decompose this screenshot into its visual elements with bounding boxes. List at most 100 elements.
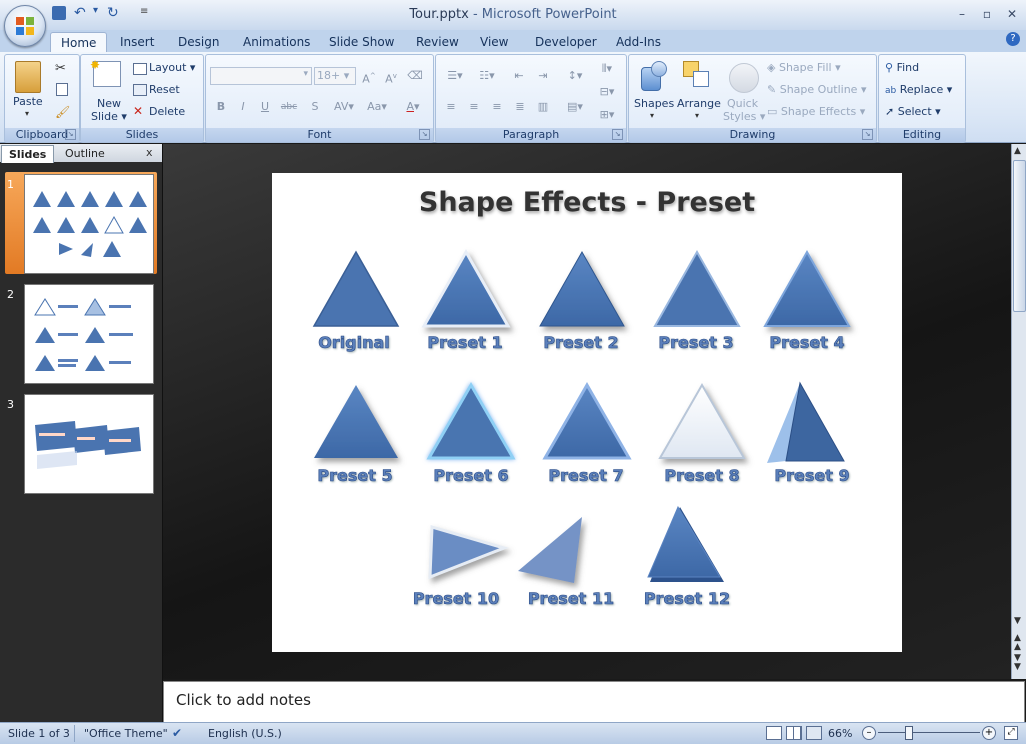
minimize-button[interactable]: – xyxy=(950,5,974,23)
drawing-launcher-icon[interactable]: ↘ xyxy=(862,129,873,140)
select-button[interactable]: ➚ Select ▾ xyxy=(885,105,941,118)
help-icon[interactable]: ? xyxy=(1006,32,1020,46)
text-direction-icon[interactable]: ⫴▾ xyxy=(592,59,622,79)
new-slide-icon[interactable]: ✸ xyxy=(90,58,121,87)
notes-placeholder[interactable]: Click to add notes xyxy=(176,691,311,709)
arrange-button[interactable]: Arrange xyxy=(677,97,721,110)
preset-label[interactable]: Preset 3 xyxy=(641,333,751,353)
shape-fill-button[interactable]: ◈ Shape Fill ▾ xyxy=(767,61,841,74)
columns-icon[interactable]: ▥ xyxy=(532,97,554,117)
scroll-up-icon[interactable]: ▲ xyxy=(1014,146,1021,156)
line-spacing-icon[interactable]: ↕▾ xyxy=(560,66,590,86)
align-left-icon[interactable]: ≡ xyxy=(440,97,462,117)
next-slide-icon[interactable]: ▼ ▼ xyxy=(1014,654,1021,672)
shape-effects-button[interactable]: ▭ Shape Effects ▾ xyxy=(767,105,865,118)
align-right-icon[interactable]: ≡ xyxy=(486,97,508,117)
tab-slide-show[interactable]: Slide Show xyxy=(319,32,404,52)
customize-toolbar-icon[interactable]: ≡ xyxy=(140,6,148,17)
bullets-icon[interactable]: ☰▾ xyxy=(440,66,470,86)
shapes-button[interactable]: Shapes xyxy=(634,97,674,110)
preset-label[interactable]: Preset 7 xyxy=(531,466,641,486)
preset-label[interactable]: Original xyxy=(299,333,409,353)
quick-styles-label-2[interactable]: Styles ▾ xyxy=(723,110,765,123)
paste-button-label[interactable]: Paste xyxy=(13,95,43,108)
reset-icon[interactable] xyxy=(133,84,147,96)
paragraph-launcher-icon[interactable]: ↘ xyxy=(612,129,623,140)
preset-label[interactable]: Preset 8 xyxy=(647,466,757,486)
tab-view[interactable]: View xyxy=(470,32,518,52)
text-shadow-button[interactable]: S xyxy=(304,97,326,117)
justify-icon[interactable]: ≣ xyxy=(509,97,531,117)
increase-indent-icon[interactable]: ⇥ xyxy=(532,66,554,86)
preset-label[interactable]: Preset 5 xyxy=(300,466,410,486)
arrange-dropdown-icon[interactable]: ▾ xyxy=(695,111,699,120)
preset-label[interactable]: Preset 4 xyxy=(752,333,862,353)
font-launcher-icon[interactable]: ↘ xyxy=(419,129,430,140)
new-slide-label-1[interactable]: New xyxy=(97,97,121,110)
shapes-dropdown-icon[interactable]: ▾ xyxy=(650,111,654,120)
office-button[interactable] xyxy=(4,5,46,47)
replace-button[interactable]: ab Replace ▾ xyxy=(885,83,952,96)
bold-button[interactable]: B xyxy=(210,97,232,117)
close-pane-icon[interactable]: x xyxy=(146,146,153,159)
preset-label[interactable]: Preset 1 xyxy=(410,333,520,353)
shapes-icon[interactable] xyxy=(641,61,667,91)
grow-font-icon[interactable]: A^ xyxy=(358,66,380,86)
preset-label[interactable]: Preset 9 xyxy=(757,466,867,486)
font-size-combobox[interactable]: 18+ ▾ xyxy=(314,67,356,85)
undo-icon[interactable]: ↶ xyxy=(74,5,86,21)
arrange-icon[interactable] xyxy=(683,61,713,91)
fit-to-window-icon[interactable]: ⤢ xyxy=(1004,726,1018,740)
slide-thumbnail-2[interactable] xyxy=(24,284,154,384)
clipboard-launcher-icon[interactable]: ↘ xyxy=(65,129,76,140)
tab-design[interactable]: Design xyxy=(168,32,229,52)
zoom-slider-track[interactable] xyxy=(878,732,980,733)
paste-icon[interactable] xyxy=(15,61,41,93)
delete-button[interactable]: Delete xyxy=(149,105,185,118)
slide-thumbnail-1[interactable] xyxy=(24,174,154,274)
tab-insert[interactable]: Insert xyxy=(110,32,164,52)
slide-sorter-view-icon[interactable] xyxy=(786,726,802,740)
italic-button[interactable]: I xyxy=(232,97,254,117)
preset-label[interactable]: Preset 2 xyxy=(526,333,636,353)
preset-label[interactable]: Preset 11 xyxy=(516,589,626,609)
convert-smartart-icon[interactable]: ▤▾ xyxy=(560,97,590,117)
decrease-indent-icon[interactable]: ⇤ xyxy=(508,66,530,86)
spelling-check-icon[interactable]: ✔ xyxy=(172,726,182,740)
layout-button[interactable]: Layout ▾ xyxy=(149,61,195,74)
shrink-font-icon[interactable]: Av xyxy=(380,66,402,86)
shape-outline-button[interactable]: ✎ Shape Outline ▾ xyxy=(767,83,867,96)
tab-review[interactable]: Review xyxy=(406,32,469,52)
quick-styles-icon[interactable] xyxy=(729,63,759,93)
delete-icon[interactable]: ✕ xyxy=(133,104,143,118)
tab-animations[interactable]: Animations xyxy=(233,32,320,52)
align-text-icon[interactable]: ⊟▾ xyxy=(592,82,622,102)
reset-button[interactable]: Reset xyxy=(149,83,180,96)
scroll-down-icon[interactable]: ▼ xyxy=(1014,616,1021,626)
close-button[interactable]: ✕ xyxy=(1000,5,1024,23)
paste-dropdown-icon[interactable]: ▾ xyxy=(25,109,29,118)
scroll-thumb[interactable] xyxy=(1013,160,1026,312)
align-center-icon[interactable]: ≡ xyxy=(463,97,485,117)
slide-thumbnail-3[interactable] xyxy=(24,394,154,494)
preset-label[interactable]: Preset 6 xyxy=(416,466,526,486)
tab-outline[interactable]: Outline xyxy=(58,145,112,162)
layout-icon[interactable] xyxy=(133,63,147,75)
zoom-in-icon[interactable]: + xyxy=(982,726,996,740)
font-name-combobox[interactable]: ▾ xyxy=(210,67,312,85)
strikethrough-button[interactable]: abc xyxy=(278,97,300,117)
new-slide-label-2[interactable]: Slide ▾ xyxy=(91,110,127,123)
tab-home[interactable]: Home xyxy=(50,32,108,53)
quick-styles-label-1[interactable]: Quick xyxy=(727,97,758,110)
format-painter-icon[interactable]: 🖌 xyxy=(55,105,70,119)
tab-add-ins[interactable]: Add-Ins xyxy=(606,32,671,52)
smartart-icon[interactable]: ⊞▾ xyxy=(592,105,622,125)
underline-button[interactable]: U xyxy=(254,97,276,117)
font-color-button[interactable]: A▾ xyxy=(398,97,428,117)
tab-slides[interactable]: Slides xyxy=(1,145,55,163)
vertical-scrollbar[interactable]: ▲ ▼ ▲ ▲ ▼ ▼ xyxy=(1011,144,1026,679)
numbering-icon[interactable]: ☷▾ xyxy=(472,66,502,86)
zoom-slider-thumb[interactable] xyxy=(905,726,913,740)
save-icon[interactable] xyxy=(52,6,66,20)
preset-label[interactable]: Preset 12 xyxy=(632,589,742,609)
